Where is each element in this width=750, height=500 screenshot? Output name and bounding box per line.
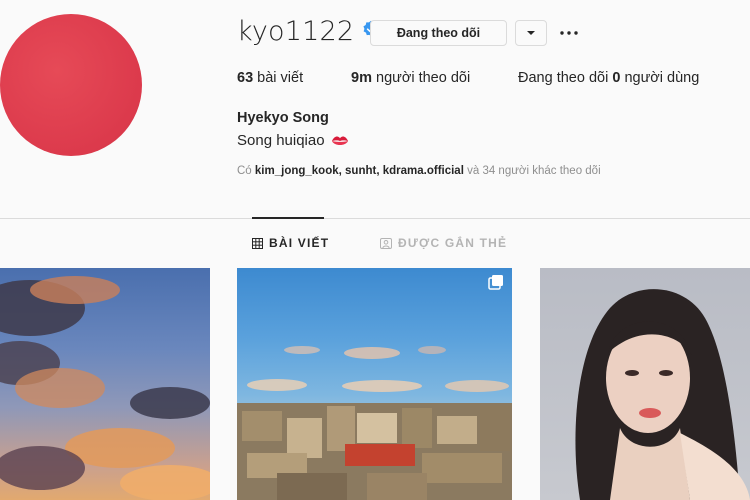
- tab-posts-label: BÀI VIẾT: [269, 236, 330, 250]
- post-thumbnail[interactable]: [540, 268, 750, 500]
- followed-by-text[interactable]: Có kim_jong_kook, sunht, kdrama.official…: [237, 165, 601, 177]
- profile-bio: Song huiqiao: [237, 132, 349, 149]
- multiple-photos-icon: [488, 275, 503, 290]
- tab-tagged-label: ĐƯỢC GẮN THẺ: [398, 236, 508, 250]
- suggestions-dropdown-button[interactable]: [515, 20, 547, 46]
- tagged-icon: [380, 237, 392, 249]
- city-skyline-image: [237, 346, 512, 500]
- more-options-icon: [560, 31, 578, 35]
- followed-by-prefix: Có: [237, 165, 252, 177]
- profile-full-name: Hyekyo Song: [237, 110, 329, 126]
- chevron-down-icon: [527, 31, 535, 35]
- followed-by-suffix: và 34 người khác theo dõi: [467, 165, 601, 177]
- post-thumbnail[interactable]: [237, 268, 512, 500]
- portrait-image: [575, 289, 750, 500]
- following-label: người dùng: [624, 70, 700, 86]
- tabs-divider: [0, 218, 750, 219]
- tab-posts[interactable]: BÀI VIẾT: [252, 236, 329, 250]
- stat-posts: 63 bài viết: [237, 70, 303, 86]
- followed-by-user[interactable]: kdrama.official: [383, 165, 464, 177]
- profile-username: kyo1122: [237, 16, 355, 47]
- username-row: kyo1122: [237, 16, 380, 47]
- bio-text: Song huiqiao: [237, 132, 325, 149]
- profile-avatar[interactable]: [0, 14, 142, 156]
- kiss-mark-icon: [331, 136, 348, 145]
- followers-label: người theo dõi: [376, 70, 471, 86]
- tab-tagged[interactable]: ĐƯỢC GẮN THẺ: [380, 236, 507, 250]
- more-options-button[interactable]: [558, 20, 580, 46]
- following-count: 0: [612, 70, 621, 86]
- active-tab-indicator: [252, 217, 324, 219]
- post-thumbnail[interactable]: [0, 268, 210, 500]
- stat-following[interactable]: Đang theo dõi 0 người dùng: [518, 70, 699, 86]
- following-button[interactable]: Đang theo dõi: [370, 20, 507, 46]
- grid-icon: [252, 237, 263, 249]
- stat-followers[interactable]: 9m người theo dõi: [351, 70, 470, 86]
- following-prefix: Đang theo dõi: [518, 70, 609, 86]
- sunset-sky-image: [0, 276, 210, 500]
- followed-by-user[interactable]: sunht,: [345, 165, 380, 177]
- followers-count: 9m: [351, 70, 372, 86]
- followed-by-user[interactable]: kim_jong_kook,: [255, 165, 342, 177]
- posts-count: 63: [237, 70, 254, 86]
- posts-label: bài viết: [257, 70, 304, 86]
